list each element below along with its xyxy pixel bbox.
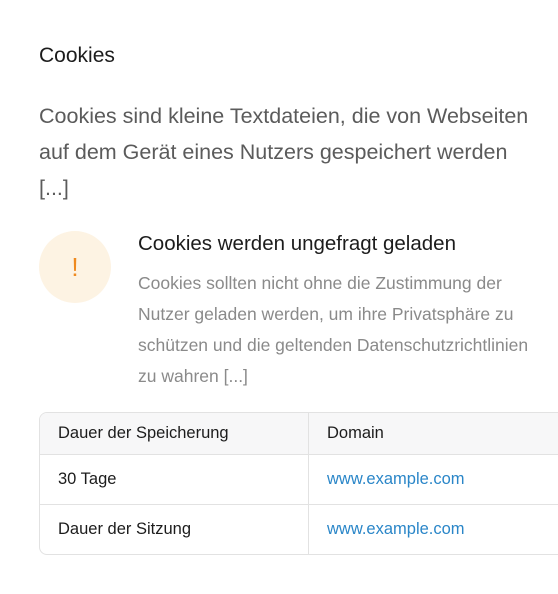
column-header-duration: Dauer der Speicherung: [40, 413, 309, 455]
alert-title: Cookies werden ungefragt geladen: [138, 232, 456, 255]
cell-duration: Dauer der Sitzung: [40, 504, 309, 554]
table-row: 30 Tage www.example.com: [40, 454, 558, 505]
alert-text: Cookies sollten nicht ohne die Zustimmun…: [138, 273, 529, 386]
domain-link[interactable]: www.example.com: [327, 470, 465, 488]
warning-icon: !: [39, 231, 111, 303]
table-header-row: Dauer der Speicherung Domain: [40, 413, 558, 455]
section-title: Cookies: [39, 44, 115, 67]
cell-domain: www.example.com: [308, 454, 558, 505]
domain-link[interactable]: www.example.com: [327, 520, 465, 538]
cookie-info-page: Cookies Cookies sind kleine Textdateien,…: [0, 0, 558, 594]
cell-domain: www.example.com: [309, 505, 558, 555]
intro-text: Cookies sind kleine Textdateien, die von…: [39, 104, 529, 200]
cell-duration: 30 Tage: [40, 454, 309, 505]
cookie-table: Dauer der Speicherung Domain 30 Tage www…: [39, 412, 558, 555]
table-row: Dauer der Sitzung www.example.com: [40, 504, 558, 555]
column-header-domain: Domain: [308, 413, 558, 455]
